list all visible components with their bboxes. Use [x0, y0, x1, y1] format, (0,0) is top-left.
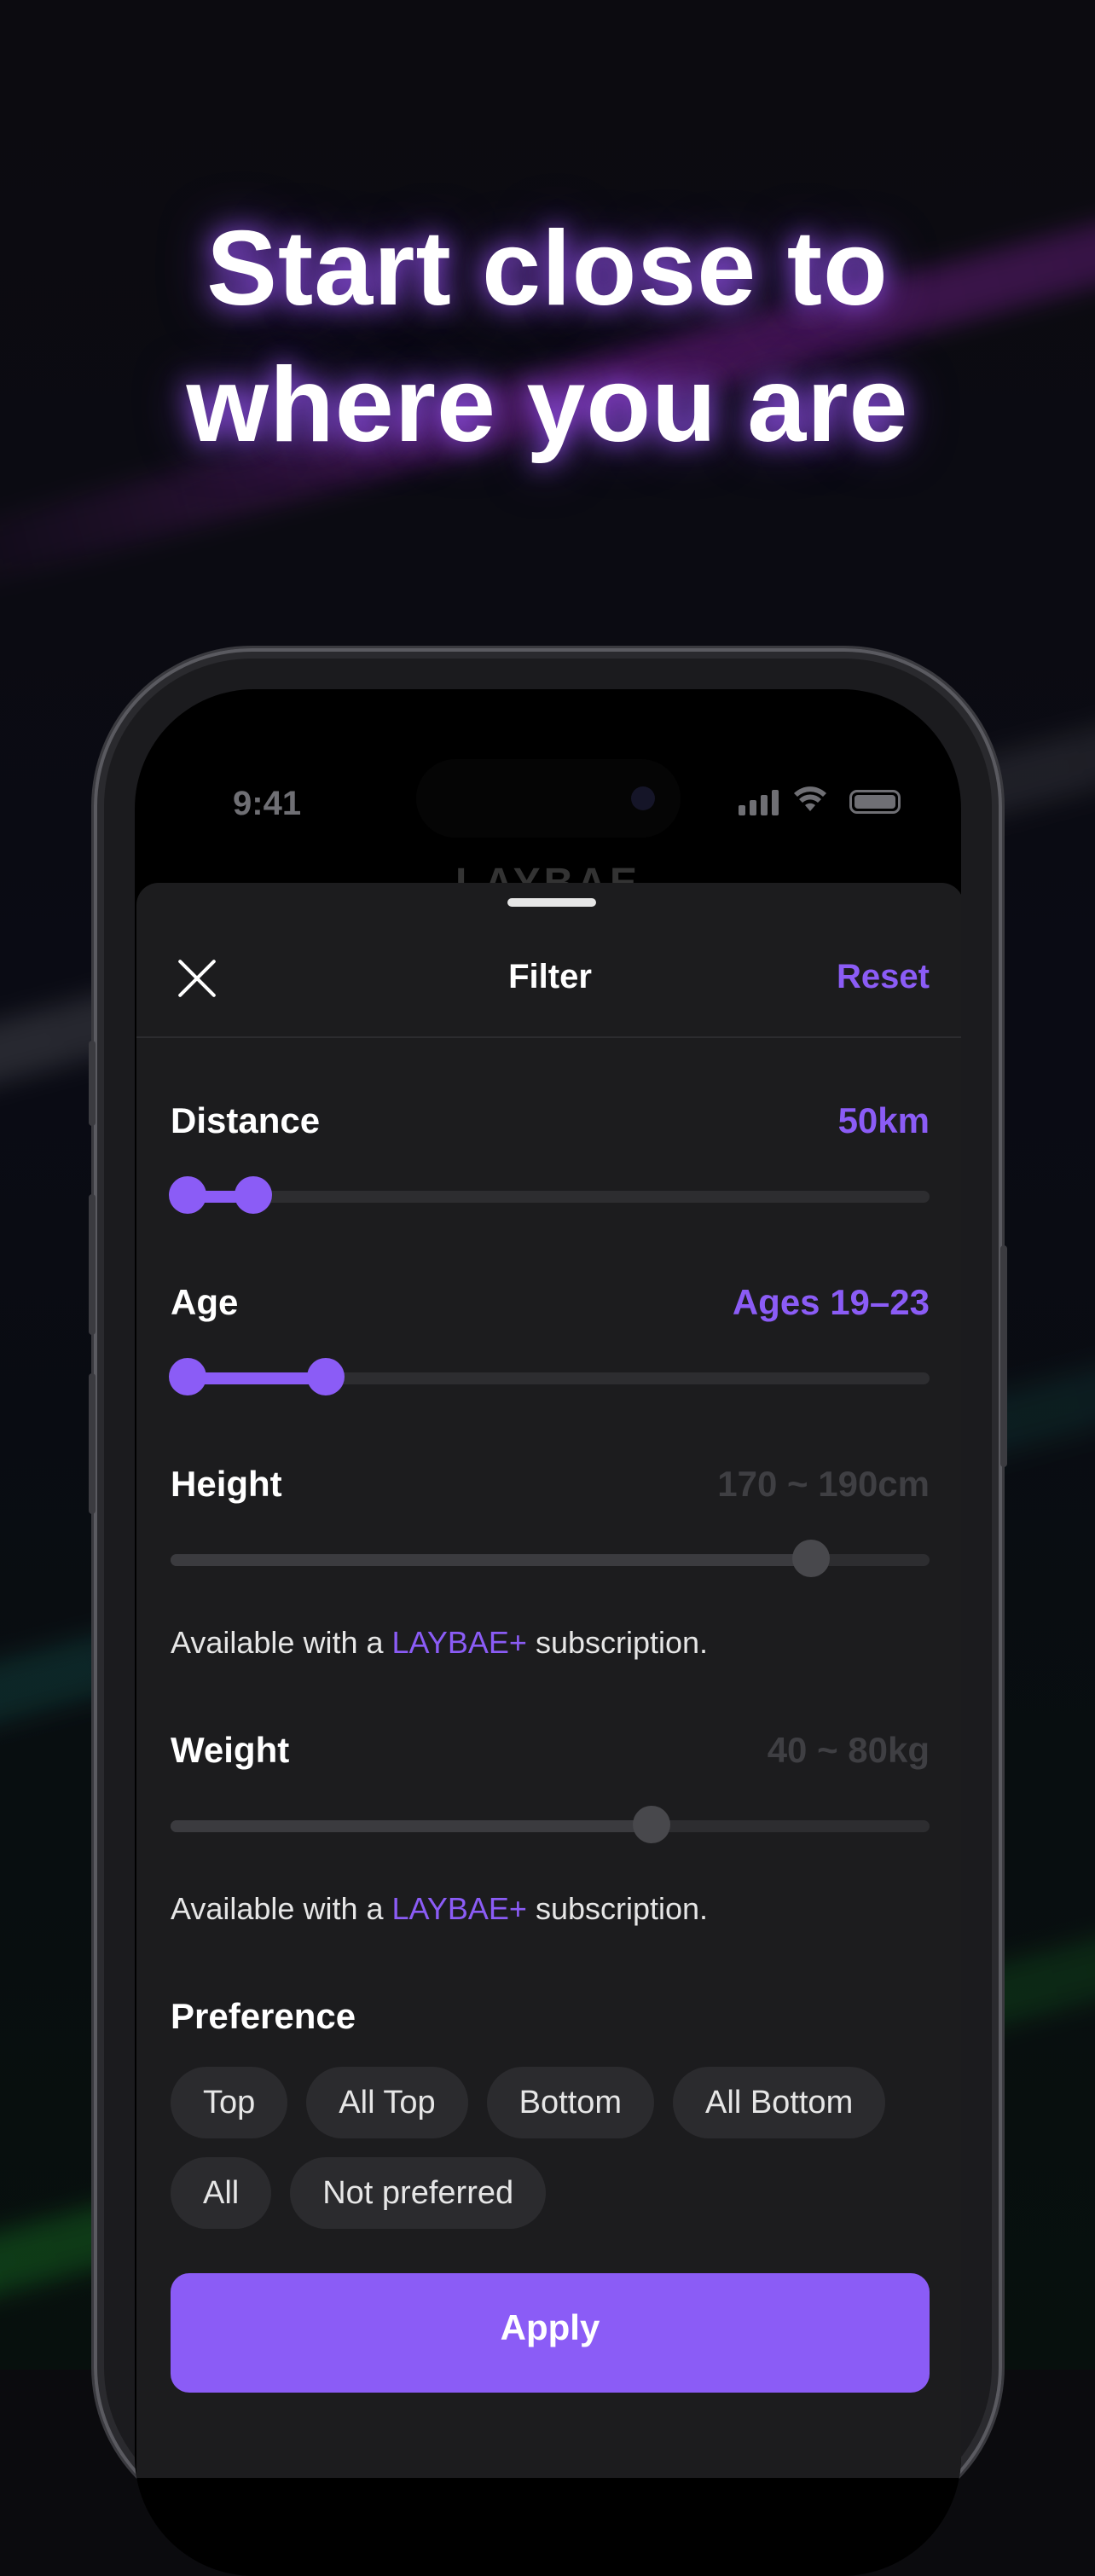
- sheet-grabber[interactable]: [507, 898, 596, 907]
- preference-chip-not-preferred[interactable]: Not preferred: [290, 2157, 547, 2229]
- height-slider-handle[interactable]: [792, 1540, 830, 1577]
- headline: Start close to where you are: [0, 200, 1095, 473]
- cellular-signal-icon: [739, 790, 779, 815]
- header-divider: [136, 1036, 961, 1038]
- status-bar: 9:41: [135, 689, 961, 838]
- note-prefix: Available with a: [171, 1625, 392, 1660]
- volume-up-button: [89, 1194, 96, 1335]
- height-subscription-note: Available with a LAYBAE+ subscription.: [171, 1625, 708, 1661]
- age-value: Ages 19–23: [732, 1282, 930, 1322]
- weight-slider-fill: [171, 1820, 652, 1832]
- distance-label: Distance: [171, 1100, 321, 1140]
- age-slider[interactable]: [169, 1358, 930, 1395]
- height-slider-fill: [171, 1554, 811, 1566]
- preference-chip-top[interactable]: Top: [171, 2067, 288, 2138]
- action-button: [89, 1041, 96, 1126]
- note-suffix: subscription.: [526, 1625, 709, 1660]
- phone-screen: 9:41 LAYBAE Filter Reset Distance 50km: [135, 689, 961, 2576]
- distance-slider-min-handle[interactable]: [169, 1176, 206, 1214]
- distance-value: 50km: [837, 1100, 930, 1140]
- weight-value: 40 ~ 80kg: [767, 1730, 930, 1770]
- age-slider-fill: [188, 1372, 326, 1384]
- note-prefix: Available with a: [171, 1891, 392, 1926]
- weight-slider[interactable]: [171, 1806, 930, 1843]
- reset-button[interactable]: Reset: [837, 958, 930, 996]
- preference-chip-all[interactable]: All: [171, 2157, 272, 2229]
- distance-slider-handle[interactable]: [234, 1176, 272, 1214]
- laybae-plus-link[interactable]: LAYBAE+: [392, 1625, 527, 1660]
- height-value: 170 ~ 190cm: [717, 1464, 930, 1504]
- laybae-plus-link[interactable]: LAYBAE+: [392, 1891, 527, 1926]
- headline-line-2: where you are: [186, 346, 909, 464]
- distance-slider[interactable]: [169, 1176, 930, 1214]
- status-time: 9:41: [233, 785, 302, 822]
- height-slider[interactable]: [171, 1540, 930, 1577]
- age-label: Age: [171, 1282, 239, 1322]
- dynamic-island: [416, 759, 681, 838]
- headline-line-1: Start close to: [206, 210, 889, 328]
- weight-subscription-note: Available with a LAYBAE+ subscription.: [171, 1891, 708, 1927]
- phone-frame: 9:41 LAYBAE Filter Reset Distance 50km: [89, 648, 1007, 2576]
- note-suffix: subscription.: [526, 1891, 709, 1926]
- battery-icon: [849, 790, 901, 814]
- camera-icon: [631, 786, 655, 810]
- preference-chip-all-bottom[interactable]: All Bottom: [673, 2067, 886, 2138]
- height-label: Height: [171, 1464, 282, 1504]
- volume-down-button: [89, 1373, 96, 1514]
- age-slider-max-handle[interactable]: [306, 1358, 345, 1395]
- weight-label: Weight: [171, 1730, 290, 1770]
- preference-label: Preference: [171, 1996, 356, 2036]
- wifi-icon: [793, 785, 827, 821]
- apply-button[interactable]: Apply: [171, 2273, 930, 2393]
- preference-chip-group: Top All Top Bottom All Bottom All Not pr…: [171, 2067, 947, 2229]
- weight-slider-handle[interactable]: [633, 1806, 670, 1843]
- age-slider-min-handle[interactable]: [169, 1358, 206, 1395]
- preference-chip-all-top[interactable]: All Top: [306, 2067, 468, 2138]
- filter-sheet: Filter Reset Distance 50km Age Ages 19–2…: [136, 883, 961, 2478]
- power-button: [1000, 1245, 1007, 1467]
- preference-chip-bottom[interactable]: Bottom: [486, 2067, 655, 2138]
